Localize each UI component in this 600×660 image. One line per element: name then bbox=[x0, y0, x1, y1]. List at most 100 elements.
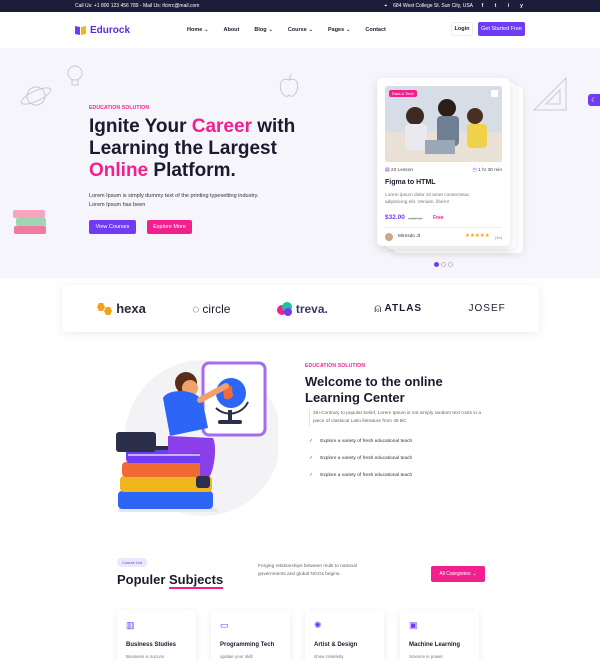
course-category-tag[interactable]: Data & Tech bbox=[389, 90, 417, 97]
dark-mode-toggle[interactable]: ☾ bbox=[588, 94, 600, 106]
nav-home[interactable]: Home ⌄ bbox=[187, 27, 208, 33]
instagram-icon[interactable]: i bbox=[505, 3, 512, 10]
nav-about[interactable]: About bbox=[223, 27, 239, 33]
moon-icon: ☾ bbox=[591, 97, 597, 104]
chevron-down-icon: ⌄ bbox=[472, 571, 477, 577]
partner-treva[interactable]: treva. bbox=[276, 301, 328, 316]
subject-card-ml[interactable]: ▣ Machine Learning Science is power bbox=[400, 610, 479, 660]
feature-item: ✓ Explore a variety of fresh educational … bbox=[309, 455, 412, 461]
explore-more-button[interactable]: Explore More bbox=[147, 220, 192, 234]
view-courses-button[interactable]: View Courses bbox=[89, 220, 136, 234]
subject-title: Business Studies bbox=[126, 642, 177, 648]
subject-card-programming[interactable]: ▭ Programming Tech update your skill bbox=[211, 610, 290, 660]
welcome-eyebrow: EDUCATION SOLUTION bbox=[305, 363, 366, 369]
circle-logo-icon: ◌ bbox=[192, 301, 200, 316]
youtube-icon[interactable]: y bbox=[518, 3, 525, 10]
partner-hexa[interactable]: hexa bbox=[95, 301, 146, 316]
ruler-triangle-doodle-icon bbox=[532, 76, 567, 111]
subject-card-design[interactable]: ✺ Artist & Design show creativity bbox=[305, 610, 384, 660]
slider-dot[interactable] bbox=[441, 262, 446, 267]
card-divider bbox=[385, 227, 502, 228]
author-name[interactable]: Mirnsdo Jt bbox=[398, 234, 420, 239]
nav-course-label: Course bbox=[287, 27, 307, 33]
feature-item: ✓ Explore a variety of fresh educational … bbox=[309, 472, 412, 478]
course-list-pill: Course List bbox=[117, 558, 148, 567]
nav-about-label: About bbox=[223, 27, 240, 33]
partner-treva-label: treva. bbox=[295, 301, 328, 316]
nav-contact-label: Contact bbox=[365, 27, 386, 33]
hero-title-part: with bbox=[251, 116, 296, 137]
course-meta: ▤ 23 Lesson ◷ 1 hr 30 min bbox=[385, 168, 502, 173]
course-title[interactable]: Figma to HTML bbox=[385, 179, 436, 186]
clock-icon: ◷ bbox=[472, 168, 477, 173]
subject-title: Programming Tech bbox=[220, 642, 275, 648]
nav-course[interactable]: Course ⌄ bbox=[288, 27, 313, 33]
check-icon: ✓ bbox=[309, 455, 314, 461]
login-button[interactable]: Login bbox=[451, 22, 473, 36]
welcome-title: Welcome to the online Learning Center bbox=[305, 374, 495, 406]
welcome-title-line: Learning Center bbox=[305, 390, 405, 405]
slider-pagination bbox=[434, 262, 453, 267]
main-nav: Home ⌄ About Blog ⌄ Course ⌄ Pages ⌄ Contact bbox=[187, 12, 401, 48]
hero-eyebrow: EDUCATION SOLUTION bbox=[89, 105, 150, 111]
subject-desc: Science is power bbox=[409, 654, 444, 659]
twitter-icon[interactable]: t bbox=[492, 3, 499, 10]
welcome-description: 25+Contrary to popular belief, Lorem Ips… bbox=[309, 410, 484, 426]
subject-title: Machine Learning bbox=[409, 642, 461, 648]
subject-card-business[interactable]: ▥ Business Studies Business is succes bbox=[117, 610, 196, 660]
brand-logo[interactable]: Edurock bbox=[75, 25, 130, 36]
subjects-title: Populer Subjects bbox=[117, 572, 224, 589]
lesson-count-text: 23 Lesson bbox=[390, 168, 414, 173]
contact-info: Call Us: +1 800 123 456 789 - Mail Us: i… bbox=[75, 3, 200, 9]
planet-doodle-icon bbox=[20, 86, 52, 106]
get-started-button[interactable]: Get Started Free bbox=[478, 22, 525, 36]
nav-pages[interactable]: Pages ⌄ bbox=[328, 27, 350, 33]
bookmark-icon[interactable] bbox=[491, 90, 498, 97]
check-icon: ✓ bbox=[309, 438, 314, 444]
chevron-down-icon: ⌄ bbox=[346, 27, 351, 33]
partner-circle[interactable]: ◌ circle bbox=[192, 302, 230, 316]
partner-atlas-label: ATLAS bbox=[384, 303, 423, 314]
subject-desc: update your skill bbox=[220, 654, 253, 659]
students-photo bbox=[385, 86, 502, 162]
partner-josef-label: JOSEF bbox=[468, 303, 506, 314]
feature-text: Explore a variety of fresh educational t… bbox=[320, 455, 413, 461]
site-header: Edurock Home ⌄ About Blog ⌄ Course ⌄ Pages ⌄… bbox=[0, 12, 600, 48]
chevron-down-icon: ⌄ bbox=[268, 27, 273, 33]
slider-dot[interactable] bbox=[448, 262, 453, 267]
featured-course-card[interactable]: Data & Tech ▤ 23 Lesson ◷ 1 hr 30 min Fi… bbox=[377, 78, 510, 246]
robot-icon: ▣ bbox=[409, 620, 418, 630]
course-image: Data & Tech bbox=[385, 86, 502, 162]
top-bar-right: ⌖ 684 West College St. Sun City, USA f t… bbox=[384, 3, 525, 10]
partner-josef[interactable]: JOSEF bbox=[469, 303, 506, 314]
hero-title: Ignite Your Career with Learning the Lar… bbox=[89, 116, 329, 182]
bulb-doodle-icon bbox=[67, 65, 83, 86]
hero-title-part: Platform. bbox=[148, 160, 236, 181]
location-icon: ⌖ bbox=[384, 3, 388, 9]
subject-desc: show creativity bbox=[314, 654, 344, 659]
treva-logo-icon bbox=[276, 301, 292, 316]
all-categories-label: All Categories bbox=[439, 571, 471, 577]
book-logo-icon bbox=[75, 26, 86, 35]
duration-text: 1 hr 30 min bbox=[478, 168, 502, 173]
feature-item: ✓ Explore a variety of fresh educational … bbox=[309, 438, 412, 444]
bulb-icon: ✺ bbox=[314, 620, 322, 630]
all-categories-button[interactable]: All Categories ⌄ bbox=[431, 566, 485, 582]
slider-dot-active[interactable] bbox=[434, 262, 439, 267]
atlas-logo-icon: ⍝ bbox=[374, 301, 382, 315]
welcome-title-line: Welcome to the online bbox=[305, 374, 443, 389]
nav-contact[interactable]: Contact bbox=[365, 27, 385, 33]
lesson-count: ▤ 23 Lesson bbox=[385, 168, 413, 173]
subject-desc: Business is succes bbox=[126, 654, 165, 659]
nav-blog[interactable]: Blog ⌄ bbox=[254, 27, 272, 33]
rating-stars: ★★★★★ bbox=[465, 233, 490, 239]
books-stack-icon bbox=[13, 210, 46, 234]
top-bar: Call Us: +1 800 123 456 789 - Mail Us: i… bbox=[0, 0, 600, 12]
book-icon: ▤ bbox=[385, 168, 390, 173]
laptop-icon: ▭ bbox=[220, 620, 229, 630]
partner-atlas[interactable]: ⍝ ATLAS bbox=[374, 301, 422, 316]
facebook-icon[interactable]: f bbox=[479, 3, 486, 10]
rating-count: (44) bbox=[495, 235, 503, 240]
course-price: $32.00 bbox=[385, 214, 405, 221]
free-badge: Free bbox=[433, 215, 444, 221]
